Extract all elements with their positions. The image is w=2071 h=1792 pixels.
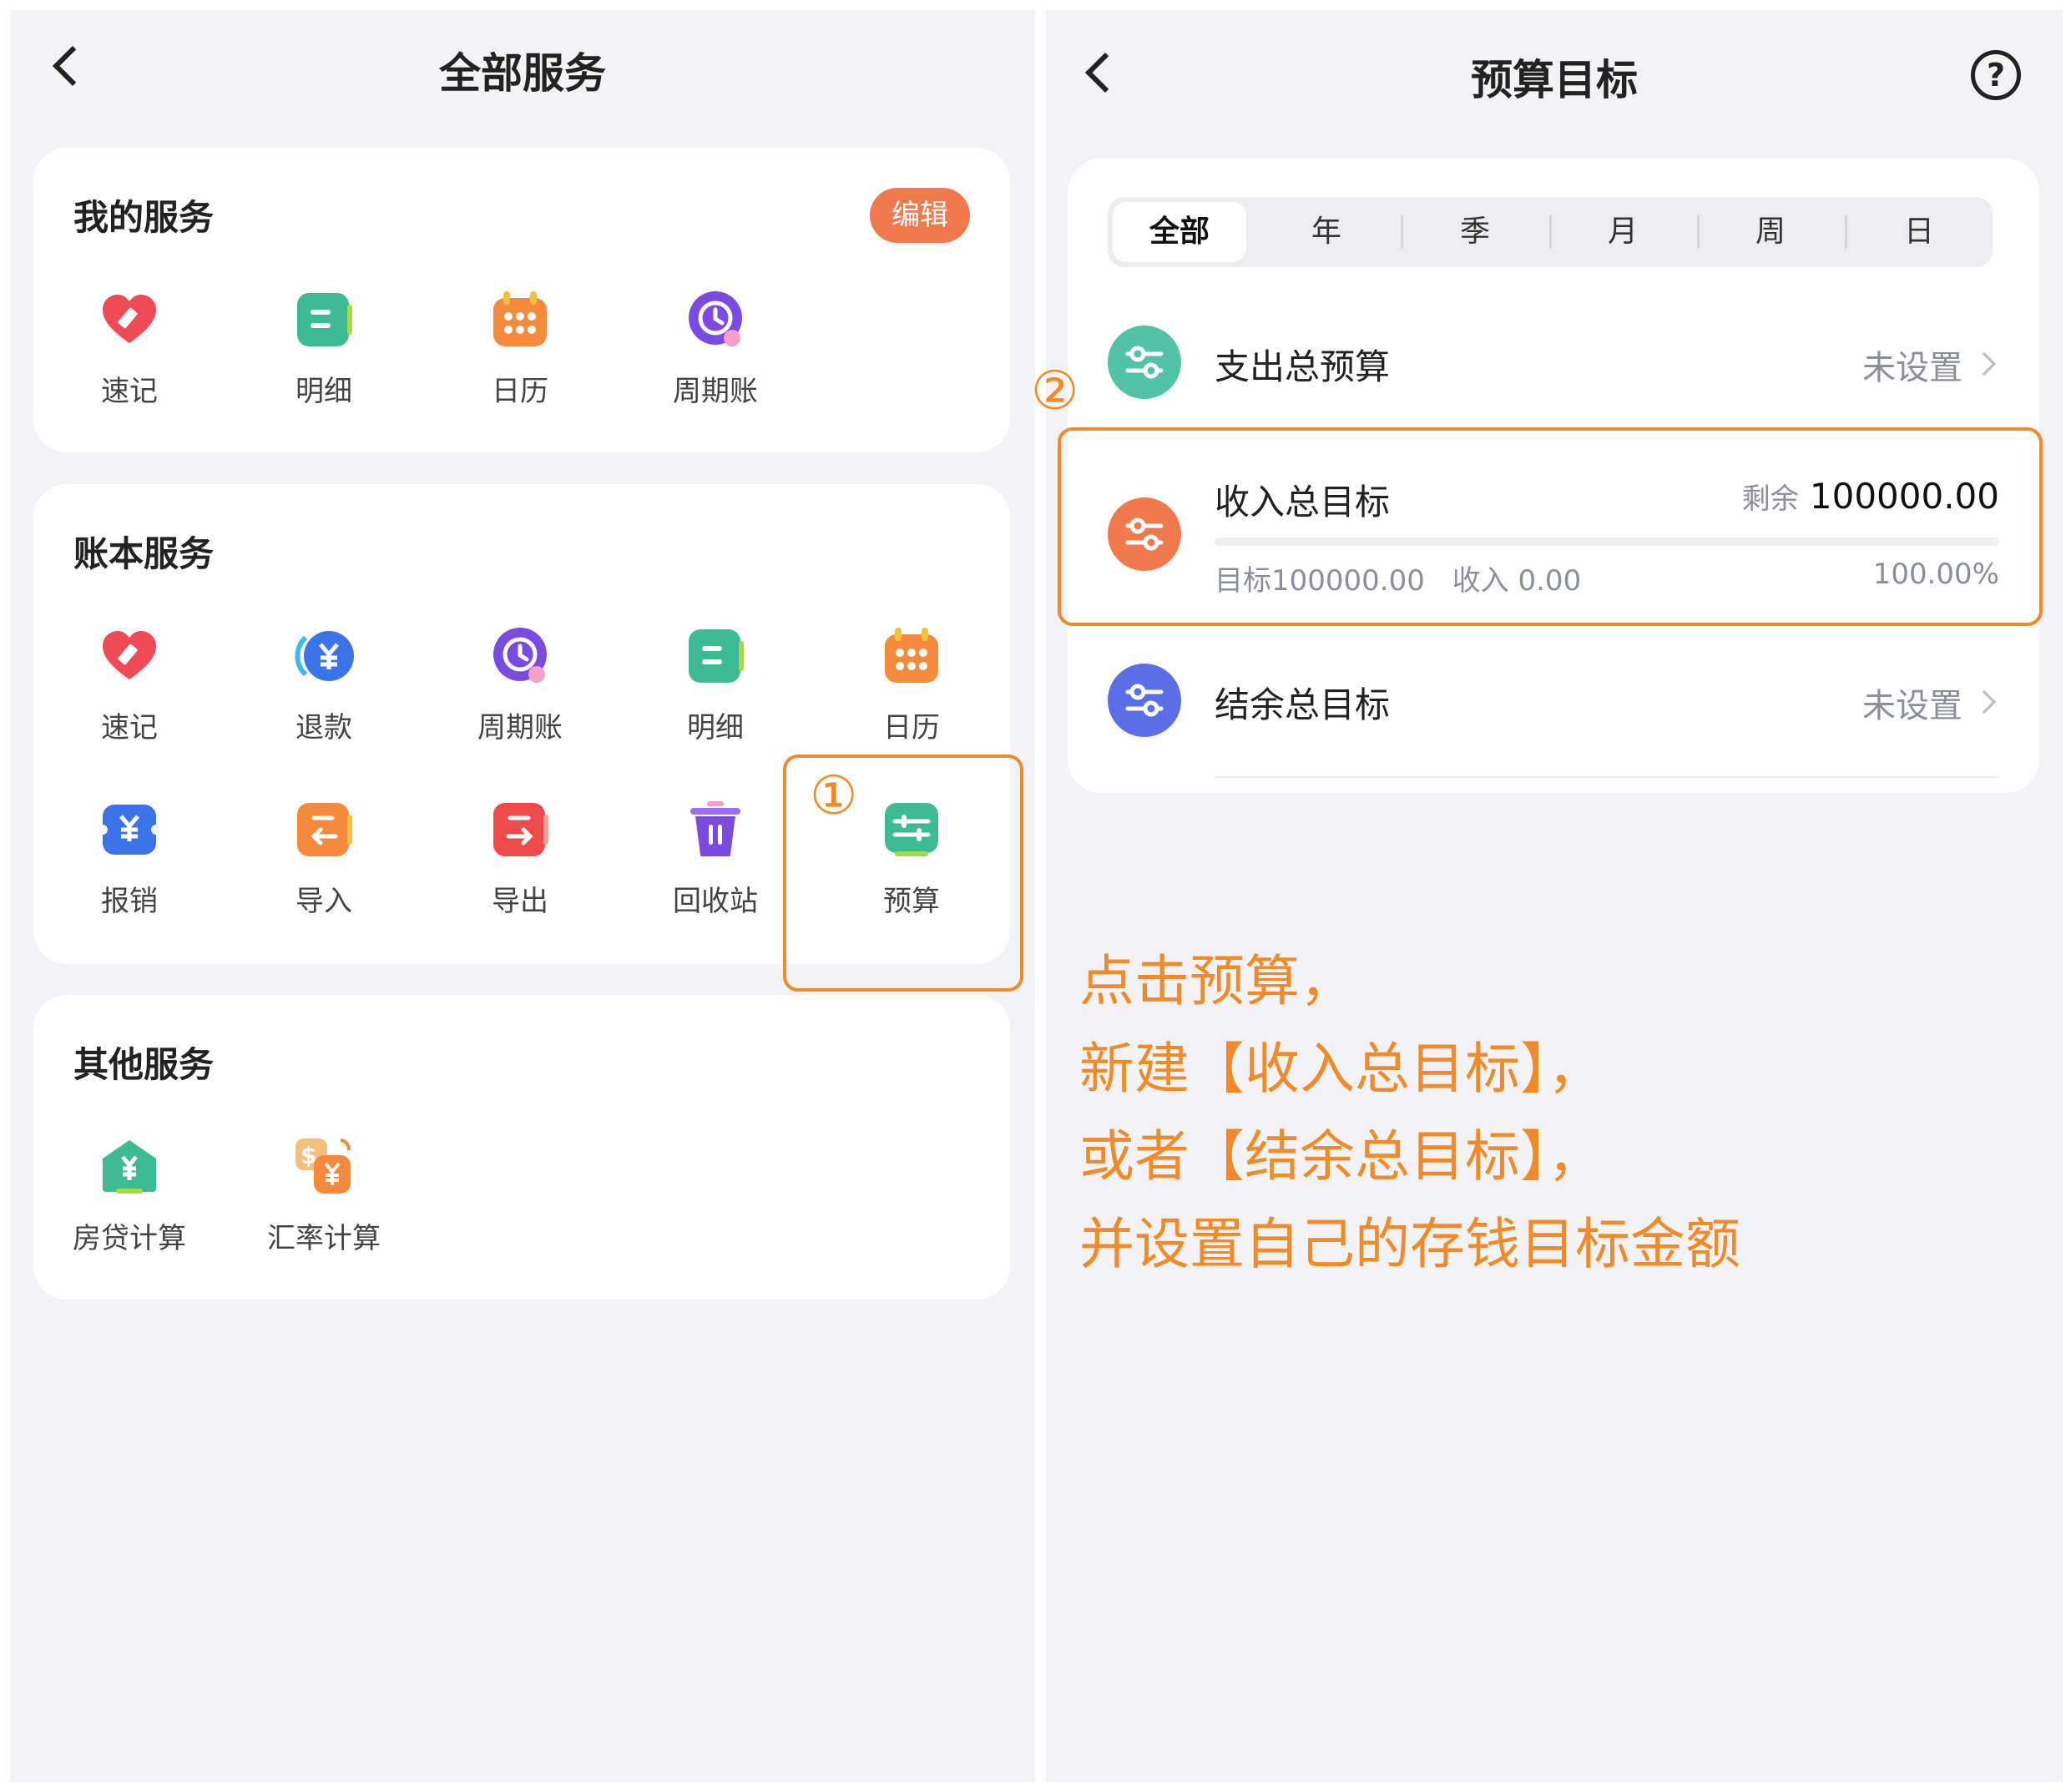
all-services-screen: 全部服务 我的服务 编辑 速记 明细 日历 周期账 账本服务 速记 退款 周期账… (10, 10, 1035, 1782)
divider (1215, 776, 1999, 778)
trash-bin-icon (685, 800, 745, 860)
tab-divider (1401, 215, 1403, 249)
tab-month[interactable]: 月 (1556, 202, 1690, 262)
my-services-card: 我的服务 编辑 速记 明细 日历 周期账 (33, 148, 1010, 452)
instruction-line: 点击预算， (1079, 949, 1355, 1013)
page-title: 预算目标 (1471, 56, 1638, 104)
service-item-import[interactable]: 导入 (240, 800, 407, 919)
service-label: 导出 (492, 885, 548, 918)
house-yen-icon (99, 1137, 159, 1197)
service-item-quick-note[interactable]: 速记 (46, 626, 213, 745)
service-item-quick-note[interactable]: 速记 (46, 290, 213, 409)
service-item-refund[interactable]: 退款 (240, 626, 407, 745)
service-label: 明细 (687, 711, 744, 745)
tab-divider (1697, 215, 1700, 249)
row-label: 结余总目标 (1215, 684, 1391, 725)
service-label: 导入 (295, 885, 352, 918)
service-item-details[interactable]: 明细 (632, 626, 799, 745)
section-title: 其他服务 (73, 1044, 215, 1085)
section-title: 账本服务 (73, 533, 215, 574)
chevron-right-icon (1972, 351, 1997, 376)
service-label: 周期账 (673, 375, 758, 408)
page-title: 全部服务 (439, 49, 606, 98)
service-label: 日历 (883, 711, 940, 745)
row-status: 未设置 (1862, 349, 1962, 387)
heart-pen-icon (99, 626, 159, 686)
service-item-mortgage[interactable]: 房贷计算 (46, 1137, 213, 1256)
tab-day[interactable]: 日 (1852, 202, 1986, 262)
annotation-number-1: ① (810, 765, 858, 827)
service-label: 汇率计算 (267, 1222, 381, 1255)
service-item-periodic[interactable]: 周期账 (437, 626, 604, 745)
exchange-rate-icon: $ (294, 1137, 354, 1197)
edit-button[interactable]: 编辑 (870, 188, 970, 243)
calendar-icon (490, 290, 550, 350)
sliders-icon (1108, 326, 1181, 399)
instruction-line: 并设置自己的存钱目标金额 (1079, 1212, 1740, 1276)
tab-year[interactable]: 年 (1260, 202, 1393, 262)
tab-week[interactable]: 周 (1704, 202, 1837, 262)
sliders-icon (1108, 664, 1181, 737)
annotation-number-2: ② (1031, 361, 1079, 422)
export-arrow-icon (490, 800, 550, 860)
service-label: 速记 (101, 711, 158, 745)
other-services-card: 其他服务 房贷计算 $ 汇率计算 (33, 995, 1010, 1300)
import-arrow-icon (294, 800, 354, 860)
service-item-reimburse[interactable]: 报销 (46, 800, 213, 919)
row-status: 未设置 (1862, 687, 1962, 725)
instruction-line: 新建【收入总目标】， (1079, 1037, 1603, 1101)
budget-target-screen: 预算目标 ? 全部 年 季 月 周 日 支出总预算 未设置 收入总目标 剩余 1… (1031, 10, 2063, 1782)
row-label: 支出总预算 (1215, 346, 1391, 387)
service-label: 房贷计算 (73, 1222, 186, 1255)
service-label: 退款 (295, 711, 352, 745)
list-detail-icon (294, 290, 354, 350)
service-label: 速记 (101, 375, 158, 408)
tab-divider (1549, 215, 1552, 249)
service-label: 报销 (101, 885, 158, 918)
service-label: 回收站 (673, 885, 758, 918)
refund-yen-icon (294, 626, 354, 686)
cycle-clock-icon (490, 626, 550, 686)
service-item-recycle-bin[interactable]: 回收站 (632, 800, 799, 919)
list-detail-icon (685, 626, 745, 686)
chevron-right-icon (1972, 689, 1997, 714)
service-item-export[interactable]: 导出 (437, 800, 604, 919)
service-item-calendar[interactable]: 日历 (437, 290, 604, 409)
annotation-highlight-income (1058, 427, 2043, 626)
cycle-clock-icon (685, 290, 745, 350)
help-icon[interactable]: ? (1971, 50, 2021, 100)
service-label: 日历 (492, 375, 548, 408)
calendar-icon (881, 626, 942, 686)
tab-divider (1845, 215, 1847, 249)
section-title: 我的服务 (73, 197, 215, 238)
service-label: 周期账 (477, 711, 563, 745)
service-item-calendar[interactable]: 日历 (828, 626, 995, 745)
expense-budget-row[interactable]: 支出总预算 未设置 (1068, 300, 2039, 426)
service-label: 明细 (295, 375, 352, 408)
heart-pen-icon (99, 290, 159, 350)
service-item-exchange-rate[interactable]: $ 汇率计算 (240, 1137, 407, 1256)
period-tabs: 全部 年 季 月 周 日 (1108, 197, 1993, 267)
tab-quarter[interactable]: 季 (1408, 202, 1542, 262)
reimburse-yen-icon (98, 800, 161, 860)
tab-all[interactable]: 全部 (1113, 202, 1246, 262)
balance-target-row[interactable]: 结余总目标 未设置 (1068, 639, 2039, 764)
service-item-details[interactable]: 明细 (240, 290, 407, 409)
instruction-line: 或者【结余总目标】， (1079, 1124, 1603, 1189)
service-item-periodic[interactable]: 周期账 (632, 290, 799, 409)
